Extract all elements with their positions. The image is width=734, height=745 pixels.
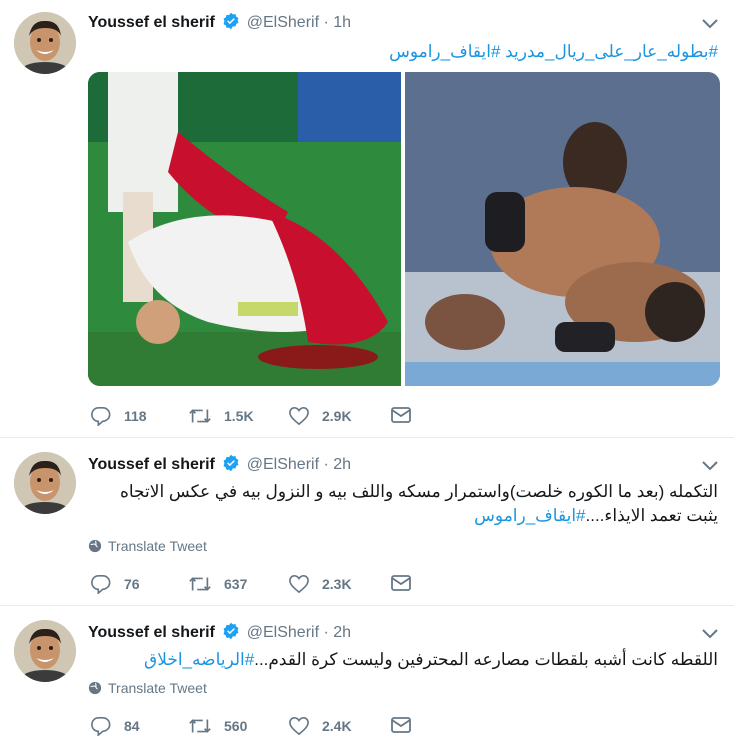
hashtag-link[interactable]: #الرياضه_اخلاق (144, 650, 254, 669)
translate-tweet-link[interactable]: Translate Tweet (88, 538, 207, 554)
timestamp[interactable]: 1h (333, 14, 351, 31)
author-handle[interactable]: @ElSherif (247, 14, 319, 31)
avatar[interactable] (14, 620, 76, 682)
tweet-text-line: التكمله (بعد ما الكوره خلصت)واستمرار مسك… (119, 482, 718, 501)
verified-badge-icon (223, 454, 239, 472)
author-handle[interactable]: @ElSherif (247, 624, 319, 641)
tweet-media[interactable] (88, 72, 720, 386)
tweet-2[interactable]: Youssef el sherif @ElSherif · 2h التكمله… (0, 438, 734, 606)
reply-icon (91, 407, 111, 426)
retweet-count: 1.5K (224, 408, 254, 424)
wrestling-photo (405, 72, 720, 386)
direct-message-button[interactable] (390, 574, 424, 592)
timestamp[interactable]: 2h (333, 456, 351, 473)
separator-dot: · (323, 624, 329, 641)
like-count: 2.3K (322, 576, 352, 592)
like-icon (289, 406, 309, 426)
retweet-icon (189, 577, 211, 591)
author-name[interactable]: Youssef el sherif (88, 14, 215, 31)
tweet-text-plain: يثبت تعمد الايذاء.... (585, 506, 719, 525)
tweet-text: التكمله (بعد ما الكوره خلصت)واستمرار مسك… (88, 480, 718, 528)
like-button[interactable]: 2.9K (288, 406, 352, 426)
globe-icon (88, 681, 102, 695)
chevron-down-icon[interactable] (700, 458, 720, 474)
separator-dot: · (323, 14, 329, 31)
translate-tweet-link[interactable]: Translate Tweet (88, 680, 207, 696)
tweet-text-plain: اللقطه كانت أشبه بلقطات مصارعه المحترفين… (254, 650, 718, 669)
reply-count: 84 (124, 718, 140, 734)
tweet-actions: 84 560 2.4K (90, 716, 430, 740)
separator-dot: · (323, 456, 329, 473)
translate-label: Translate Tweet (108, 680, 207, 696)
tweet-actions: 118 1.5K 2.9K (90, 406, 430, 430)
tweet-text: اللقطه كانت أشبه بلقطات مصارعه المحترفين… (88, 648, 718, 672)
retweet-button[interactable]: 560 (188, 716, 247, 736)
direct-message-button[interactable] (390, 406, 424, 424)
avatar-image (14, 620, 76, 682)
direct-message-icon (391, 575, 411, 591)
reply-icon (91, 575, 111, 594)
hashtag-link[interactable]: #ايقاف_راموس (474, 506, 585, 525)
translate-label: Translate Tweet (108, 538, 207, 554)
tweet-header: Youssef el sherif @ElSherif · 1h (88, 12, 351, 32)
avatar-image (14, 12, 76, 74)
avatar[interactable] (14, 452, 76, 514)
author-name[interactable]: Youssef el sherif (88, 456, 215, 473)
tweet-text-line: يثبت تعمد الايذاء....#ايقاف_راموس (88, 504, 718, 528)
tweet-1[interactable]: Youssef el sherif @ElSherif · 1h #بطوله_… (0, 0, 734, 438)
chevron-down-icon[interactable] (700, 626, 720, 642)
retweet-icon (189, 409, 211, 423)
avatar[interactable] (14, 12, 76, 74)
tweet-header: Youssef el sherif @ElSherif · 2h (88, 454, 351, 474)
retweet-count: 560 (224, 718, 248, 734)
direct-message-icon (391, 717, 411, 733)
reply-count: 118 (124, 408, 147, 424)
football-photo (88, 72, 401, 386)
reply-icon (91, 717, 111, 736)
direct-message-button[interactable] (390, 716, 424, 734)
tweet-3[interactable]: Youssef el sherif @ElSherif · 2h اللقطه … (0, 606, 734, 745)
hashtag-link[interactable]: #بطوله_عار_على_ريال_مدريد #ايقاف_راموس (389, 42, 718, 61)
retweet-button[interactable]: 637 (188, 574, 247, 594)
reply-button[interactable]: 118 (90, 406, 147, 426)
tweet-text: #بطوله_عار_على_ريال_مدريد #ايقاف_راموس (88, 40, 718, 64)
retweet-button[interactable]: 1.5K (188, 406, 254, 426)
direct-message-icon (391, 407, 411, 423)
like-count: 2.9K (322, 408, 352, 424)
like-icon (289, 716, 309, 736)
tweet-header: Youssef el sherif @ElSherif · 2h (88, 622, 351, 642)
retweet-count: 637 (224, 576, 248, 592)
author-name[interactable]: Youssef el sherif (88, 624, 215, 641)
globe-icon (88, 539, 102, 553)
like-count: 2.4K (322, 718, 352, 734)
media-image-left[interactable] (88, 72, 401, 386)
reply-count: 76 (124, 576, 140, 592)
tweet-actions: 76 637 2.3K (90, 574, 430, 598)
verified-badge-icon (223, 12, 239, 30)
like-button[interactable]: 2.3K (288, 574, 352, 594)
reply-button[interactable]: 84 (90, 716, 140, 736)
retweet-icon (189, 719, 211, 733)
reply-button[interactable]: 76 (90, 574, 140, 594)
media-image-right[interactable] (405, 72, 720, 386)
like-button[interactable]: 2.4K (288, 716, 352, 736)
verified-badge-icon (223, 622, 239, 640)
avatar-image (14, 452, 76, 514)
chevron-down-icon[interactable] (700, 16, 720, 32)
author-handle[interactable]: @ElSherif (247, 456, 319, 473)
like-icon (289, 574, 309, 594)
timestamp[interactable]: 2h (333, 624, 351, 641)
